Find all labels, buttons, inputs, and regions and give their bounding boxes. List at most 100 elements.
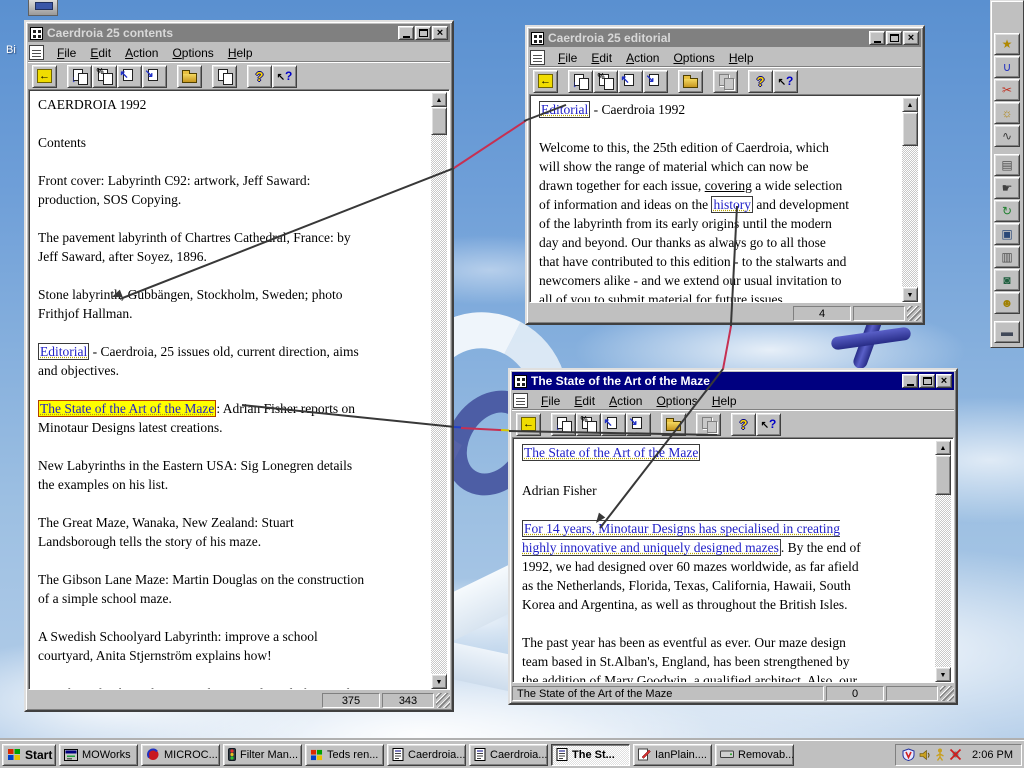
help-button[interactable]: ? bbox=[247, 64, 272, 88]
launcher-floppy-icon[interactable]: ▬ bbox=[994, 321, 1020, 343]
launcher-drive-refresh-icon[interactable]: ↻ bbox=[994, 200, 1020, 222]
taskbar-button-thest[interactable]: The St... bbox=[551, 743, 630, 766]
start-button[interactable]: Start bbox=[2, 743, 56, 766]
launcher-computer-n-icon[interactable]: ◙ bbox=[994, 269, 1020, 291]
resize-grip[interactable] bbox=[436, 692, 450, 708]
titlebar[interactable]: Caerdroia 25 contents × bbox=[28, 24, 450, 42]
link-target-button[interactable]: ↘ bbox=[643, 69, 668, 93]
copy-button[interactable] bbox=[212, 64, 237, 88]
resize-grip[interactable] bbox=[940, 685, 954, 701]
copy-button[interactable] bbox=[713, 69, 738, 93]
taskbar-button-filterman[interactable]: Filter Man... bbox=[223, 743, 302, 766]
back-button[interactable]: ← bbox=[533, 69, 558, 93]
menu-file[interactable]: File bbox=[534, 392, 567, 410]
launcher-smiley-icon[interactable]: ☻ bbox=[994, 292, 1020, 314]
volume-icon[interactable] bbox=[919, 749, 931, 761]
menu-action[interactable]: Action bbox=[602, 392, 649, 410]
taskbar-button-microc[interactable]: MICROC... bbox=[141, 743, 220, 766]
menu-edit[interactable]: Edit bbox=[567, 392, 602, 410]
link-source-button[interactable]: ↖ bbox=[117, 64, 142, 88]
scroll-down-icon[interactable]: ▼ bbox=[935, 667, 951, 682]
hyperlink[interactable]: history bbox=[711, 196, 753, 213]
taskbar-button-moworks[interactable]: MOWorks bbox=[59, 743, 138, 766]
back-button[interactable]: ← bbox=[32, 64, 57, 88]
new-window-button[interactable]: ↓ bbox=[67, 64, 92, 88]
vertical-scrollbar[interactable]: ▲ ▼ bbox=[431, 92, 447, 689]
launcher-stapler-icon[interactable]: ✂ bbox=[994, 79, 1020, 101]
launcher-hand-icon[interactable]: ☛ bbox=[994, 177, 1020, 199]
launcher-bug-icon[interactable]: ★ bbox=[994, 33, 1020, 55]
paste-button[interactable]: % bbox=[92, 64, 117, 88]
scroll-down-icon[interactable]: ▼ bbox=[431, 674, 447, 689]
antivirus-shield-icon[interactable] bbox=[902, 748, 915, 761]
scroll-up-icon[interactable]: ▲ bbox=[902, 97, 918, 112]
menu-options[interactable]: Options bbox=[666, 49, 721, 67]
menu-help[interactable]: Help bbox=[722, 49, 761, 67]
context-help-button[interactable]: ↖? bbox=[773, 69, 798, 93]
taskbar-button-removab[interactable]: Removab... bbox=[715, 743, 794, 766]
help-button[interactable]: ? bbox=[748, 69, 773, 93]
document-menu-icon[interactable] bbox=[530, 50, 545, 65]
taskbar-button-ianplain[interactable]: IanPlain.... bbox=[633, 743, 712, 766]
vertical-scrollbar[interactable]: ▲ ▼ bbox=[902, 97, 918, 302]
document-menu-icon[interactable] bbox=[513, 393, 528, 408]
close-button[interactable]: × bbox=[936, 374, 952, 388]
menu-action[interactable]: Action bbox=[619, 49, 666, 67]
scroll-down-icon[interactable]: ▼ bbox=[902, 287, 918, 302]
maximize-button[interactable] bbox=[886, 31, 902, 45]
scrollbar-thumb[interactable] bbox=[935, 455, 951, 495]
hyperlink[interactable]: Editorial bbox=[38, 343, 90, 360]
menu-options[interactable]: Options bbox=[165, 44, 220, 62]
status-field bbox=[853, 305, 905, 321]
resize-grip[interactable] bbox=[907, 305, 921, 321]
new-window-button[interactable]: ↓ bbox=[568, 69, 593, 93]
hyperlink[interactable]: The State of the Art of the Maze bbox=[522, 444, 701, 461]
menu-edit[interactable]: Edit bbox=[584, 49, 619, 67]
taskbar-button-caerdroia[interactable]: Caerdroia... bbox=[469, 743, 548, 766]
context-help-button[interactable]: ↖? bbox=[756, 412, 781, 436]
context-help-button[interactable]: ↖? bbox=[272, 64, 297, 88]
close-button[interactable]: × bbox=[903, 31, 919, 45]
link-source-button[interactable]: ↖ bbox=[618, 69, 643, 93]
hyperlink[interactable]: The State of the Art of the Maze bbox=[38, 400, 217, 417]
menu-file[interactable]: File bbox=[50, 44, 83, 62]
taskbar-button-caerdroia[interactable]: Caerdroia... bbox=[387, 743, 466, 766]
minimize-button[interactable] bbox=[398, 26, 414, 40]
taskbar-button-tedsren[interactable]: Teds ren... bbox=[305, 743, 384, 766]
launcher-monitor-icon[interactable]: ▣ bbox=[994, 223, 1020, 245]
document-menu-icon[interactable] bbox=[29, 45, 44, 60]
copy-button[interactable] bbox=[696, 412, 721, 436]
menu-edit[interactable]: Edit bbox=[83, 44, 118, 62]
taskbar-button-label: MICROC... bbox=[164, 748, 218, 761]
link-target-button[interactable]: ↘ bbox=[142, 64, 167, 88]
launcher-plug-icon[interactable]: ∿ bbox=[994, 125, 1020, 147]
maximize-button[interactable] bbox=[415, 26, 431, 40]
close-button[interactable]: × bbox=[432, 26, 448, 40]
vertical-scrollbar[interactable]: ▲ ▼ bbox=[935, 440, 951, 682]
scrollbar-thumb[interactable] bbox=[431, 107, 447, 135]
launcher-drive-yellow-icon[interactable]: ▤ bbox=[994, 154, 1020, 176]
paste-button[interactable]: % bbox=[593, 69, 618, 93]
maximize-button[interactable] bbox=[919, 374, 935, 388]
person-icon[interactable] bbox=[935, 748, 945, 761]
scrollbar-thumb[interactable] bbox=[902, 112, 918, 146]
blocked-icon[interactable] bbox=[949, 748, 962, 761]
open-button[interactable] bbox=[177, 64, 202, 88]
titlebar[interactable]: Caerdroia 25 editorial × bbox=[529, 29, 921, 47]
menu-help[interactable]: Help bbox=[221, 44, 260, 62]
minimize-button[interactable] bbox=[869, 31, 885, 45]
menu-action[interactable]: Action bbox=[118, 44, 165, 62]
scroll-up-icon[interactable]: ▲ bbox=[935, 440, 951, 455]
menu-file[interactable]: File bbox=[551, 49, 584, 67]
launcher-lightbulb-icon[interactable]: ☼ bbox=[994, 102, 1020, 124]
titlebar[interactable]: The State of the Art of the Maze × bbox=[512, 372, 954, 390]
help-button[interactable]: ? bbox=[731, 412, 756, 436]
minimize-button[interactable] bbox=[902, 374, 918, 388]
document-icon bbox=[556, 748, 568, 761]
menu-help[interactable]: Help bbox=[705, 392, 744, 410]
desktop-icon-partial[interactable] bbox=[28, 0, 58, 16]
scroll-up-icon[interactable]: ▲ bbox=[431, 92, 447, 107]
launcher-u-shape-icon[interactable]: ∪ bbox=[994, 56, 1020, 78]
open-button[interactable] bbox=[678, 69, 703, 93]
launcher-printer-icon[interactable]: ▥ bbox=[994, 246, 1020, 268]
